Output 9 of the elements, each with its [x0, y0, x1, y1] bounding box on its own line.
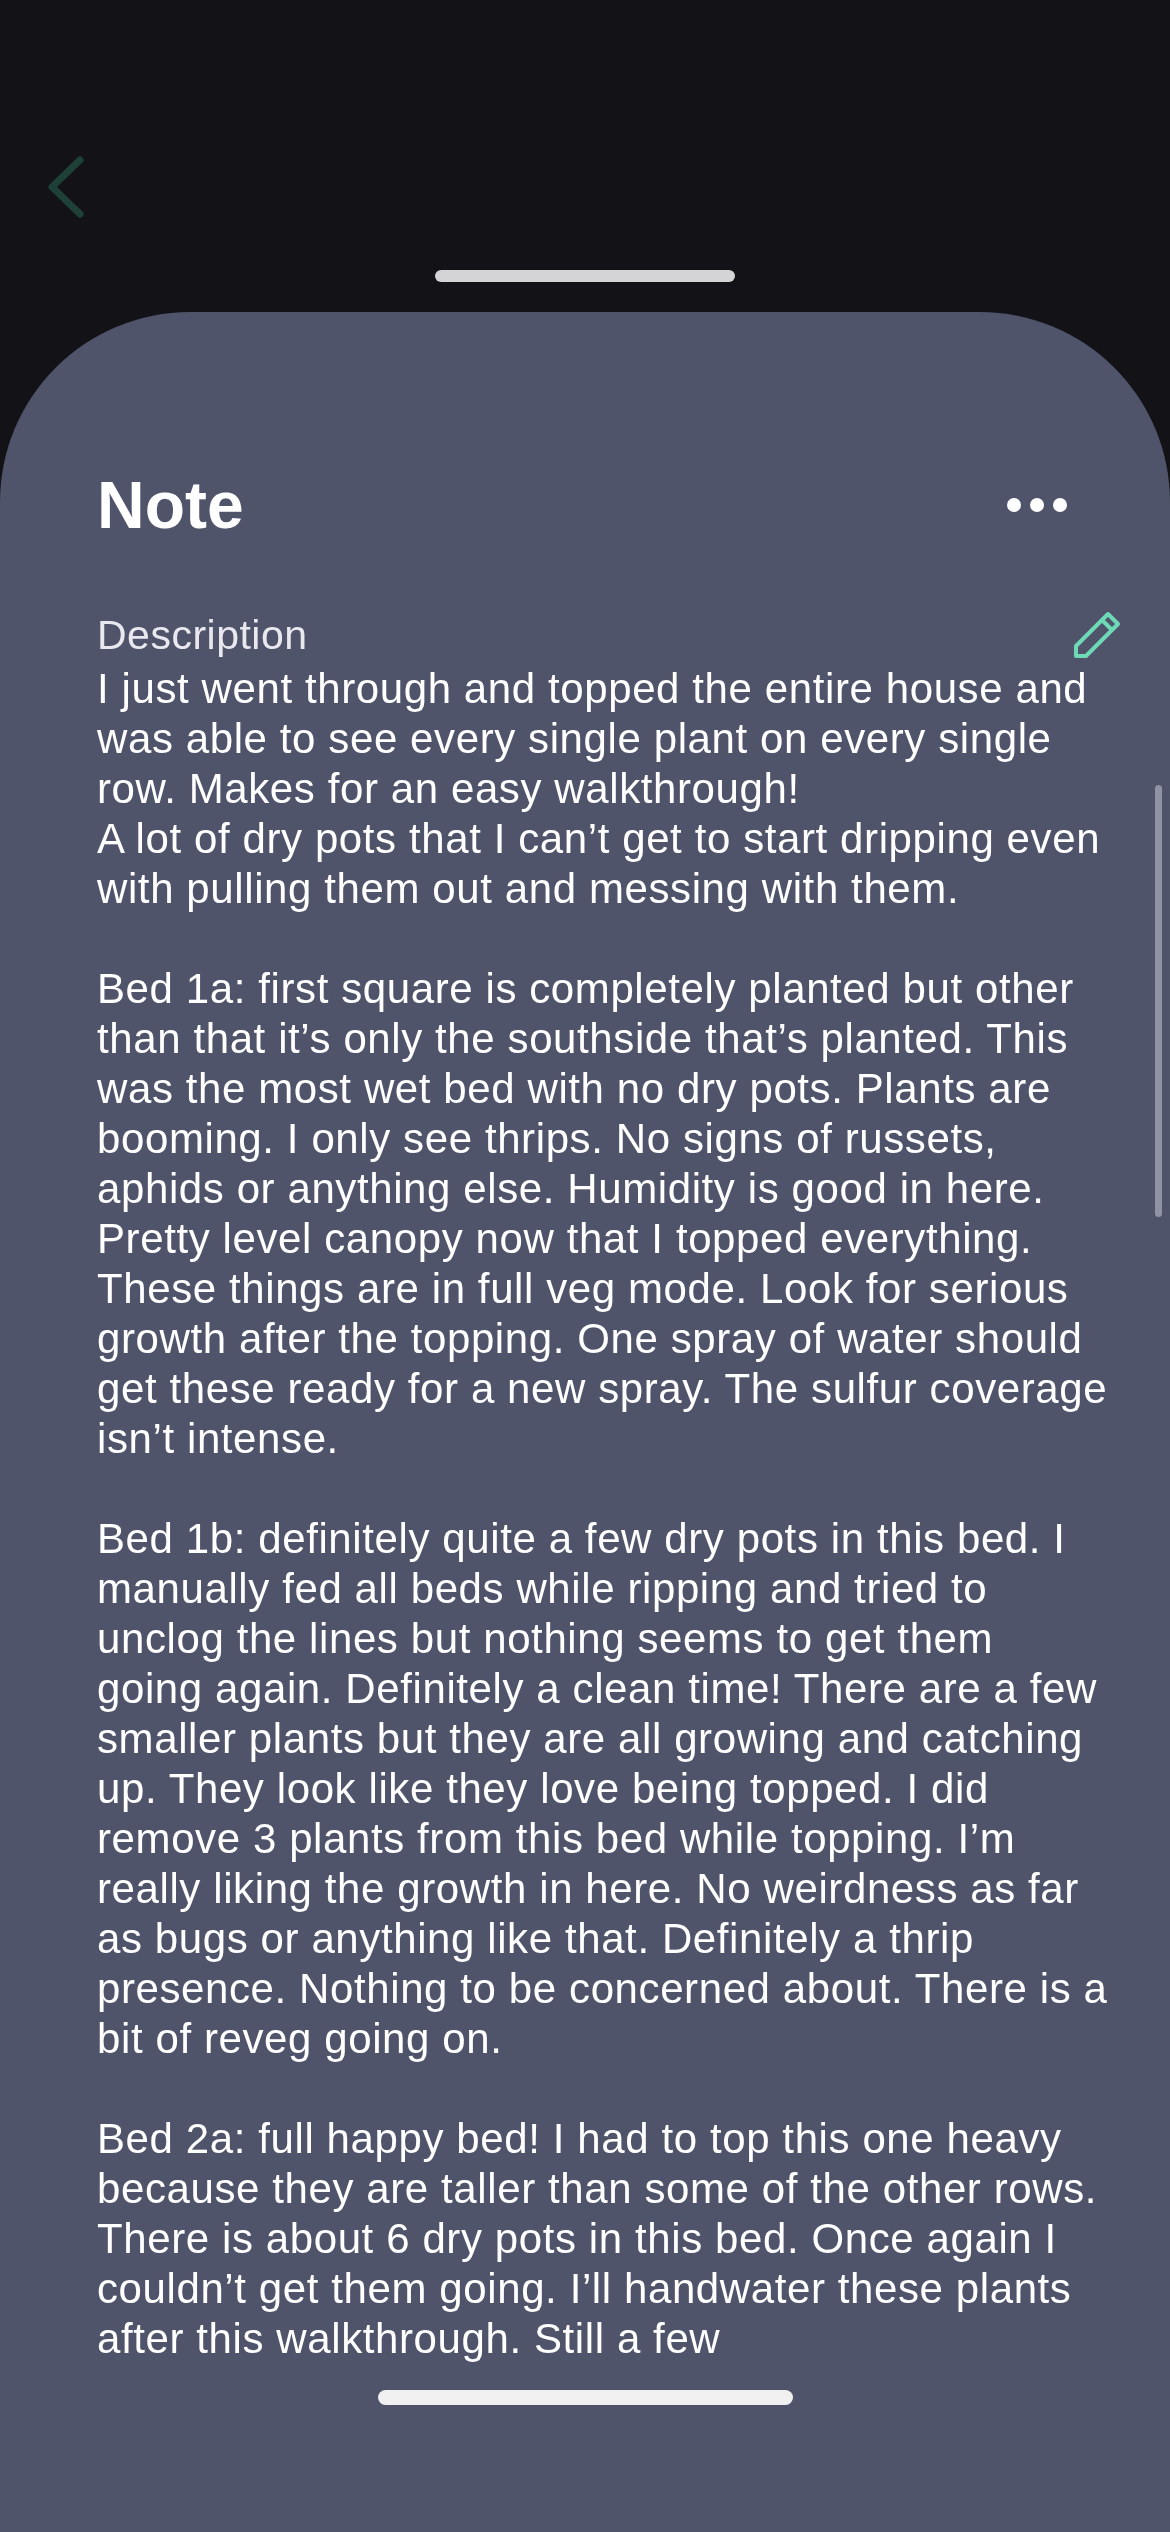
- edit-icon[interactable]: [1072, 610, 1122, 660]
- sheet-title: Note: [97, 472, 244, 538]
- description-label: Description: [97, 611, 308, 659]
- note-paragraph: Bed 1a: first square is completely planted but other than that it’s only the southside that’s planted. This was the most wet bed with no dry pots. Plants are booming. I only see thrips. No signs of russets, aphids or anything else. Humidity is good in here. Pretty level canopy now that I topped everything. These things are in full veg mode. Look for serious growth after the topping. One spray of water should get these ready for a new spray. The sulfur coverage isn’t intense.: [97, 964, 1109, 1464]
- more-icon[interactable]: [1006, 497, 1068, 513]
- note-paragraph: Bed 1b: definitely quite a few dry pots in this bed. I manually fed all beds while ripping and tried to unclog the lines but nothing seems to get them going again. Definitely a clean time! There are a few smaller plants but they are all growing and catching up. They look like they love being topped. I did remove 3 plants from this bed while topping. I’m really liking the growth in here. No weirdness as far as bugs or anything like that. Definitely a thrip presence. Nothing to be concerned about. There is a bit of reveg going on.: [97, 1514, 1109, 2064]
- note-paragraph: I just went through and topped the entire house and was able to see every single plant on every single row. Makes for an easy walkthrough! A lot of dry pots that I can’t get to start dripping even with pulling them out and messing with them.: [97, 664, 1102, 914]
- sheet-handle[interactable]: [435, 270, 735, 282]
- note-paragraph: Bed 2a: full happy bed! I had to top this one heavy because they are taller than some of the other rows. There is about 6 dry pots in this bed. Once again I couldn’t get them going. I’ll handwater these plants after this walkthrough. Still a few: [97, 2114, 1099, 2364]
